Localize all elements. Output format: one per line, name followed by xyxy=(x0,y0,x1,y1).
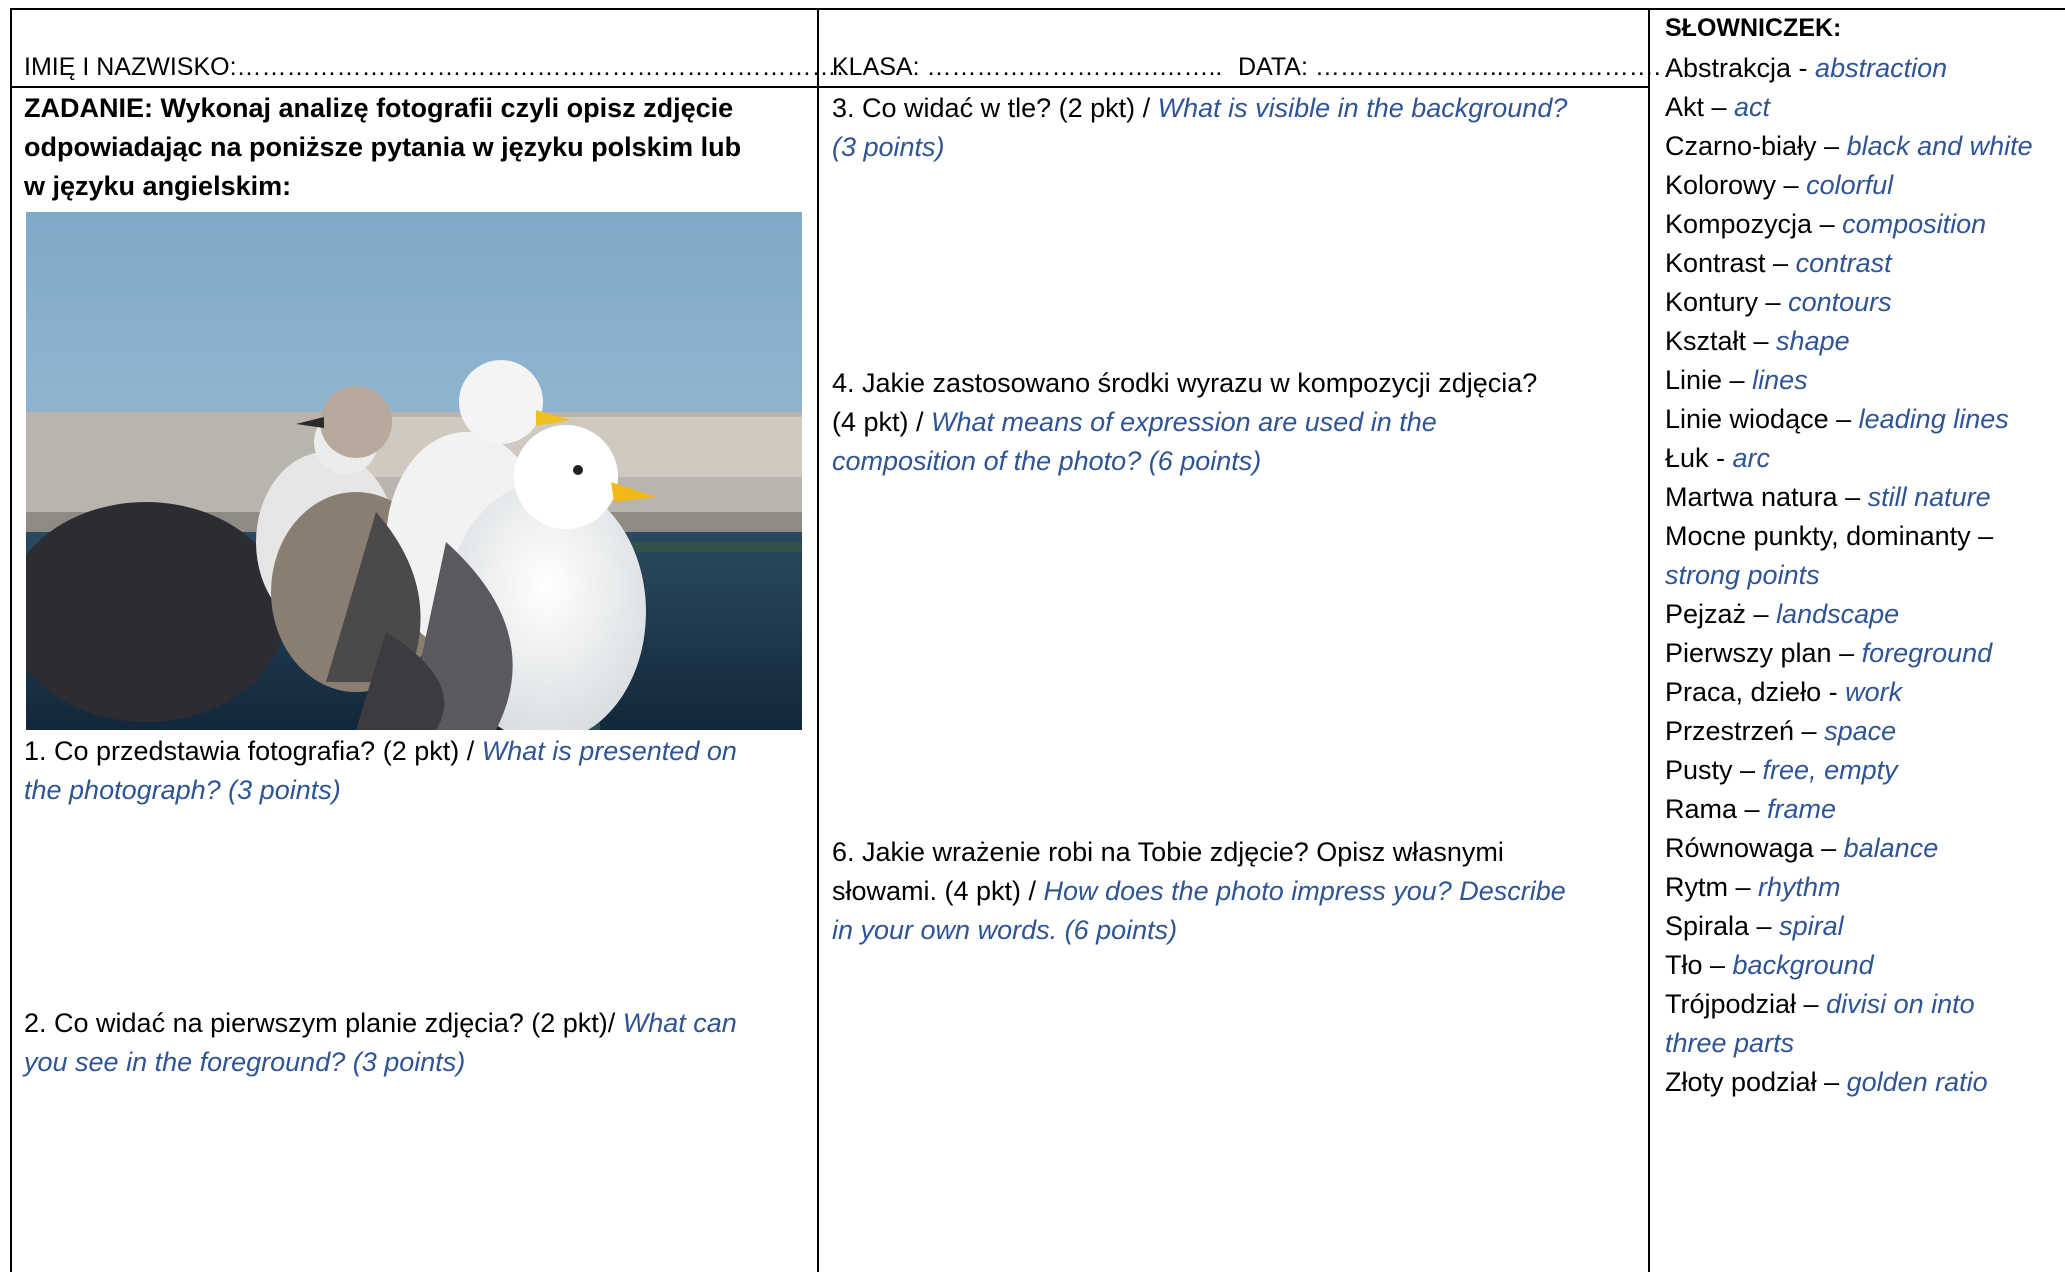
glossary-item: Linie – lines xyxy=(1665,365,1808,395)
question-1-line-1: 1. Co przedstawia fotografia? (2 pkt) / … xyxy=(24,736,737,766)
question-6-line-1: 6. Jakie wrażenie robi na Tobie zdjęcie?… xyxy=(832,837,1504,867)
glossary-item: Pejzaż – landscape xyxy=(1665,599,1900,629)
glossary-item: Tło – background xyxy=(1665,950,1874,980)
seagulls-photo xyxy=(26,212,802,730)
glossary-item: Martwa natura – still nature xyxy=(1665,482,1991,512)
name-field: IMIĘ I NAZWISKO:………………………………………………………………… xyxy=(24,53,844,81)
question-4-line-2: (4 pkt) / What means of expression are u… xyxy=(832,407,1437,437)
glossary-item: Równowaga – balance xyxy=(1665,833,1939,863)
glossary-item: Kontrast – contrast xyxy=(1665,248,1892,278)
glossary-item: Mocne punkty, dominanty – xyxy=(1665,521,1994,551)
question-6-line-3: in your own words. (6 points) xyxy=(832,915,1178,945)
date-field: DATA: …………………..………………. xyxy=(1238,53,1661,81)
glossary-item: strong points xyxy=(1665,560,1820,590)
glossary-item: Kolorowy – colorful xyxy=(1665,170,1894,200)
divider-col-2 xyxy=(1648,8,1650,1272)
task-line-1: ZADANIE: Wykonaj analizę fotografii czyl… xyxy=(24,93,734,123)
glossary-item: Pierwszy plan – foreground xyxy=(1665,638,1993,668)
question-3-line-2: (3 points) xyxy=(832,132,945,162)
glossary-item: Przestrzeń – space xyxy=(1665,716,1897,746)
glossary-item: Akt – act xyxy=(1665,92,1771,122)
task-line-2: odpowiadając na poniższe pytania w język… xyxy=(24,132,742,162)
question-1-line-2: the photograph? (3 points) xyxy=(24,775,341,805)
glossary-item: Złoty podział – golden ratio xyxy=(1665,1067,1988,1097)
glossary-item: Pusty – free, empty xyxy=(1665,755,1898,785)
glossary-item: Spirala – spiral xyxy=(1665,911,1844,941)
glossary-item: Abstrakcja - abstraction xyxy=(1665,53,1948,83)
border-left xyxy=(10,8,12,1272)
glossary-item: Kontury – contours xyxy=(1665,287,1892,317)
question-4-line-1: 4. Jakie zastosowano środki wyrazu w kom… xyxy=(832,368,1538,398)
glossary-item: Kompozycja – composition xyxy=(1665,209,1987,239)
glossary-item: Praca, dzieło - work xyxy=(1665,677,1903,707)
glossary-item: Trójpodział – divisi on into xyxy=(1665,989,1975,1019)
glossary-item: Kształt – shape xyxy=(1665,326,1850,356)
class-field: KLASA: ……………………….…….. xyxy=(832,53,1223,81)
glossary-item: Rytm – rhythm xyxy=(1665,872,1841,902)
glossary-item: Rama – frame xyxy=(1665,794,1837,824)
glossary-item: Linie wiodące – leading lines xyxy=(1665,404,2009,434)
glossary-item: Łuk - arc xyxy=(1665,443,1771,473)
question-4-line-3: composition of the photo? (6 points) xyxy=(832,446,1262,476)
glossary-title: SŁOWNICZEK: xyxy=(1665,14,1842,42)
question-6-line-2: słowami. (4 pkt) / How does the photo im… xyxy=(832,876,1566,906)
question-2-line-2: you see in the foreground? (3 points) xyxy=(24,1047,466,1077)
divider-col-1 xyxy=(817,8,819,1272)
glossary-item: three parts xyxy=(1665,1028,1795,1058)
question-3-line-1: 3. Co widać w tle? (2 pkt) / What is vis… xyxy=(832,93,1568,123)
glossary-item: Czarno-biały – black and white xyxy=(1665,131,2033,161)
question-2-line-1: 2. Co widać na pierwszym planie zdjęcia?… xyxy=(24,1008,737,1038)
task-line-3: w języku angielskim: xyxy=(24,171,292,201)
